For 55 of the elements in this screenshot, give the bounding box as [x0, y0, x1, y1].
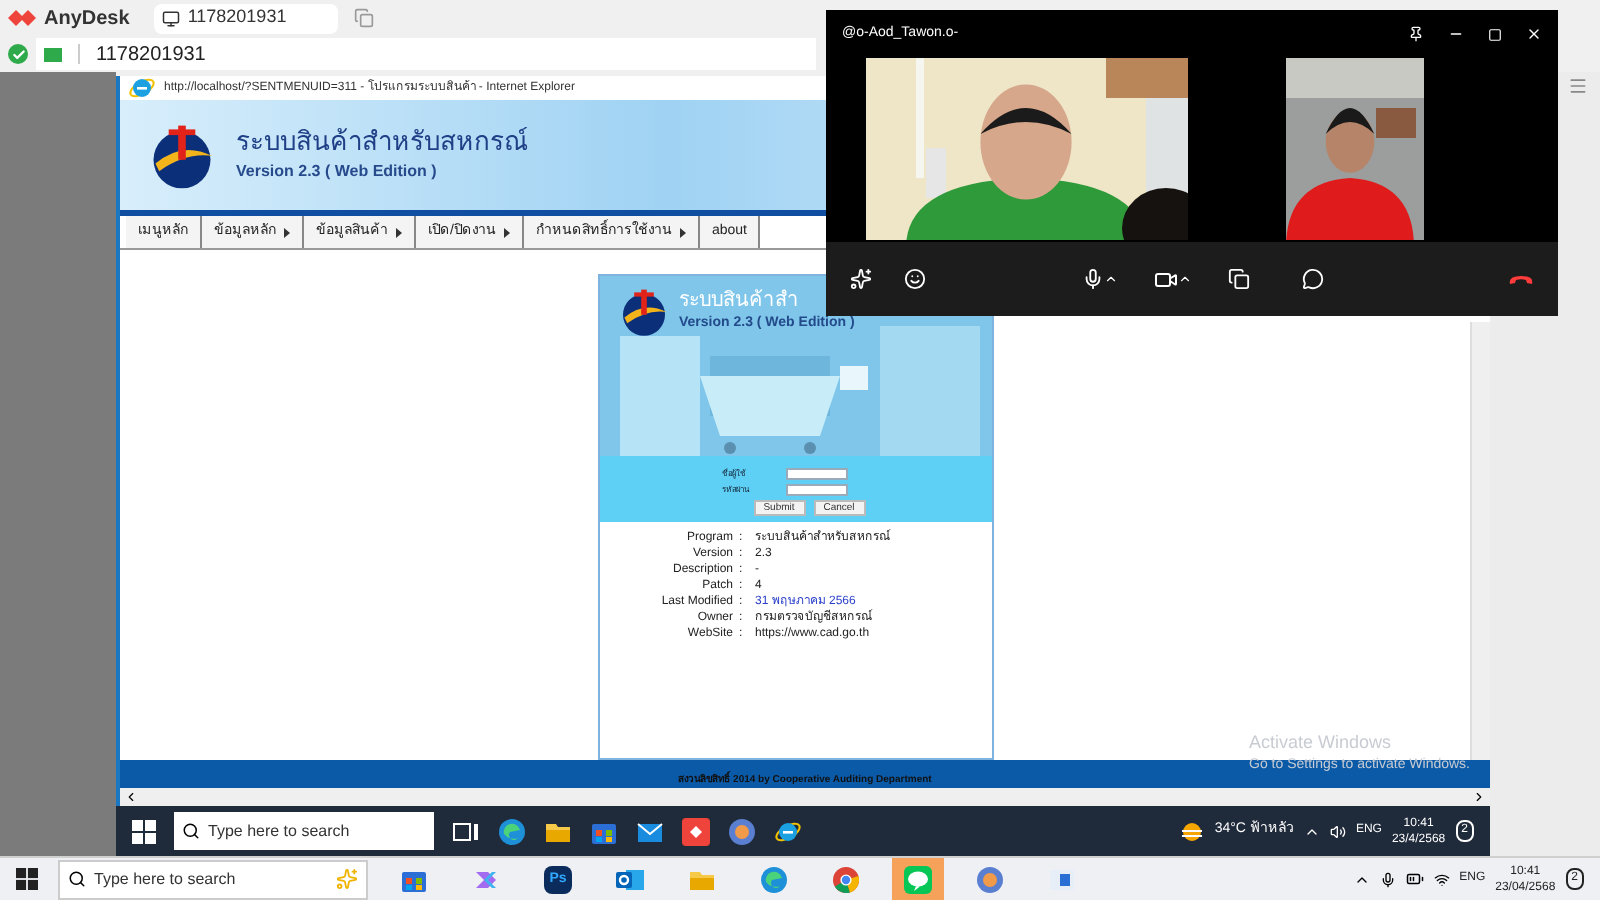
mail-icon[interactable]: [636, 817, 664, 845]
card-title: ระบบสินค้าสำ: [679, 289, 801, 314]
chevron-up-icon[interactable]: [1178, 272, 1192, 286]
anydesk-icon[interactable]: [682, 817, 710, 845]
caret-icon: [396, 227, 402, 237]
speaker-icon: [1329, 823, 1346, 839]
start-icon[interactable]: [132, 819, 156, 843]
share-screen-icon[interactable]: [1228, 268, 1250, 290]
task-view-icon[interactable]: [452, 817, 480, 845]
search-icon: [68, 870, 86, 888]
site-version: Version 2.3 ( Web Edition ): [236, 159, 439, 184]
anydesk-logo-icon: [8, 8, 36, 28]
search-field[interactable]: Type here to search: [174, 812, 434, 850]
wifi-icon: [1433, 871, 1450, 887]
vertical-scrollbar[interactable]: [1470, 322, 1490, 760]
sparkles-icon: [336, 868, 358, 890]
edge-icon[interactable]: [498, 817, 526, 845]
session-tab[interactable]: 1178201931: [153, 3, 338, 33]
camera-icon[interactable]: [1154, 267, 1178, 291]
caret-icon: [284, 227, 290, 237]
emoji-icon[interactable]: [904, 268, 926, 290]
monitor-icon: [161, 9, 180, 27]
hang-up-icon[interactable]: [1508, 273, 1534, 285]
chat-icon[interactable]: [1302, 268, 1324, 290]
search-icon: [182, 822, 200, 840]
weather-icon: [1180, 821, 1205, 841]
window-icon[interactable]: [1048, 865, 1076, 893]
chevron-up-icon[interactable]: [1104, 272, 1118, 286]
chrome-icon[interactable]: [832, 865, 860, 893]
globe-icon[interactable]: [976, 865, 1004, 893]
search-field[interactable]: Type here to search: [58, 859, 368, 899]
address-field[interactable]: 1178201931: [36, 38, 816, 70]
site-title: ระบบสินค้าสำหรับสหกรณ์: [236, 126, 528, 160]
pin-icon[interactable]: [1408, 26, 1424, 42]
input-field[interactable]: [786, 468, 848, 480]
connected-icon: [8, 44, 28, 64]
internet-explorer-icon[interactable]: [774, 817, 802, 845]
caret-icon: [503, 227, 510, 237]
effects-icon[interactable]: [850, 268, 872, 290]
microphone-icon[interactable]: [1082, 268, 1104, 290]
start-icon[interactable]: [16, 868, 38, 890]
remote-screen-icon: [44, 47, 62, 61]
horizontal-scrollbar[interactable]: [120, 788, 1490, 806]
outlook-icon[interactable]: [616, 865, 644, 893]
menu-icon[interactable]: [1568, 76, 1588, 96]
globe-icon[interactable]: [728, 817, 756, 845]
app-name: AnyDesk: [44, 5, 130, 33]
close-icon[interactable]: [1526, 26, 1542, 42]
scroll-left-icon: [124, 790, 138, 804]
battery-icon: [1405, 870, 1424, 888]
scroll-right-icon: [1472, 790, 1486, 804]
input-field[interactable]: [786, 484, 848, 496]
microphone-icon: [1379, 871, 1396, 887]
maximize-icon[interactable]: [1488, 27, 1502, 41]
caret-icon: [679, 227, 686, 237]
